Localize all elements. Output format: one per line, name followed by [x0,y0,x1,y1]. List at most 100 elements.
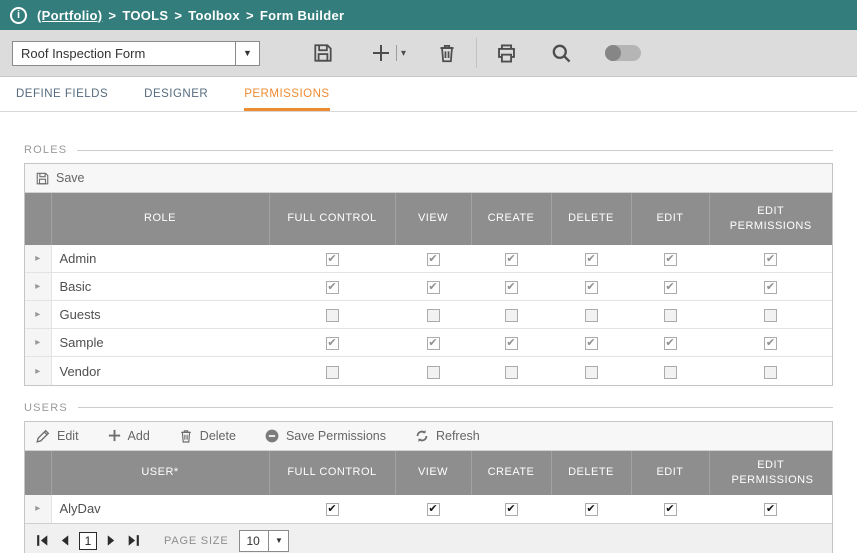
column-header-edit: EDIT [631,451,709,495]
permission-checkbox[interactable] [505,337,518,350]
users-header-row: USER* FULL CONTROL VIEW CREATE DELETE ED… [25,451,832,495]
permission-checkbox[interactable] [764,309,777,322]
form-selector-dropdown-button[interactable]: ▼ [235,42,259,65]
permission-checkbox[interactable] [664,309,677,322]
info-icon[interactable]: i [10,7,27,24]
permission-checkbox[interactable] [585,309,598,322]
print-button[interactable] [495,42,518,65]
refresh-icon [414,428,430,444]
role-name-cell: Basic [51,273,269,301]
column-header-full-control: FULL CONTROL [269,451,395,495]
expand-icon: ▸ [35,503,40,514]
previous-page-button[interactable] [57,533,72,548]
permission-checkbox[interactable] [764,337,777,350]
permissions-panel: ROLES Save ROLE FULL CONTROL VIE [0,112,857,553]
permission-checkbox[interactable] [505,309,518,322]
permission-checkbox[interactable] [427,337,440,350]
row-expander[interactable]: ▸ [25,273,51,301]
tab-designer[interactable]: DESIGNER [144,77,208,111]
expand-icon: ▸ [35,253,40,264]
user-name-cell: AlyDav [51,495,269,523]
delete-button[interactable] [436,42,458,64]
column-header-delete: DELETE [551,451,631,495]
tab-permissions[interactable]: PERMISSIONS [244,77,329,111]
add-button[interactable]: ▾ [370,42,406,64]
users-delete-button[interactable]: Delete [178,428,236,444]
save-button[interactable] [312,42,334,64]
column-header-delete: DELETE [551,193,631,245]
permission-checkbox[interactable] [326,366,339,379]
first-page-button[interactable] [35,533,50,548]
permission-checkbox[interactable] [505,281,518,294]
users-section-title: USERS [24,402,68,414]
breadcrumb-tools[interactable]: TOOLS [122,8,168,23]
tab-bar: DEFINE FIELDS DESIGNER PERMISSIONS [0,77,857,112]
role-name-cell: Guests [51,301,269,329]
role-name-cell: Sample [51,329,269,357]
breadcrumb-portfolio-link[interactable]: (Portfolio) [37,8,102,23]
page-size-selector[interactable]: 10 ▼ [239,530,289,552]
toggle-switch[interactable] [605,45,641,61]
roles-section-header: ROLES [24,144,833,156]
save-icon [35,171,50,186]
breadcrumb-toolbox[interactable]: Toolbox [188,8,240,23]
save-icon [312,42,334,64]
row-expander[interactable]: ▸ [25,357,51,385]
permission-checkbox[interactable] [664,503,677,516]
page-number[interactable]: 1 [79,532,97,550]
add-dropdown-caret[interactable]: ▾ [396,45,406,61]
next-page-button[interactable] [104,533,119,548]
users-refresh-button[interactable]: Refresh [414,428,480,444]
permission-checkbox[interactable] [664,337,677,350]
row-expander[interactable]: ▸ [25,301,51,329]
permission-checkbox[interactable] [326,337,339,350]
permission-checkbox[interactable] [427,281,440,294]
permission-checkbox[interactable] [326,309,339,322]
permission-checkbox[interactable] [505,503,518,516]
permission-checkbox[interactable] [505,366,518,379]
permission-checkbox[interactable] [585,337,598,350]
permission-checkbox[interactable] [664,281,677,294]
permission-checkbox[interactable] [764,366,777,379]
toggle-knob [605,45,621,61]
role-name-cell: Admin [51,245,269,273]
row-expander[interactable]: ▸ [25,495,51,523]
search-button[interactable] [550,42,573,65]
permission-checkbox[interactable] [427,366,440,379]
permission-checkbox[interactable] [664,253,677,266]
permission-checkbox[interactable] [585,366,598,379]
permission-checkbox[interactable] [664,366,677,379]
row-expander[interactable]: ▸ [25,245,51,273]
add-icon [370,42,392,64]
permission-checkbox[interactable] [326,253,339,266]
permission-checkbox[interactable] [764,503,777,516]
tab-define-fields[interactable]: DEFINE FIELDS [16,77,108,111]
roles-table: ROLE FULL CONTROL VIEW CREATE DELETE EDI… [25,193,832,385]
permission-checkbox[interactable] [427,503,440,516]
permission-checkbox[interactable] [764,281,777,294]
permission-checkbox[interactable] [585,253,598,266]
toggle-button[interactable] [605,45,641,61]
permission-checkbox[interactable] [427,253,440,266]
permission-checkbox[interactable] [585,503,598,516]
trash-icon [178,428,194,444]
form-selector-value: Roof Inspection Form [13,42,235,65]
roles-save-button[interactable]: Save [35,171,85,186]
column-header-edit: EDIT [631,193,709,245]
users-delete-label: Delete [200,429,236,443]
users-save-permissions-button[interactable]: Save Permissions [264,428,386,444]
users-pager: 1 PAGE SIZE 10 ▼ [25,523,832,553]
permission-checkbox[interactable] [427,309,440,322]
row-expander[interactable]: ▸ [25,329,51,357]
last-page-button[interactable] [126,533,141,548]
permission-checkbox[interactable] [326,503,339,516]
permission-checkbox[interactable] [585,281,598,294]
form-selector[interactable]: Roof Inspection Form ▼ [12,41,260,66]
permission-checkbox[interactable] [764,253,777,266]
permission-checkbox[interactable] [505,253,518,266]
page-size-dropdown-button[interactable]: ▼ [268,531,288,551]
users-add-button[interactable]: Add [107,428,150,443]
users-edit-button[interactable]: Edit [35,428,79,444]
breadcrumb-separator: > [174,8,182,23]
permission-checkbox[interactable] [326,281,339,294]
